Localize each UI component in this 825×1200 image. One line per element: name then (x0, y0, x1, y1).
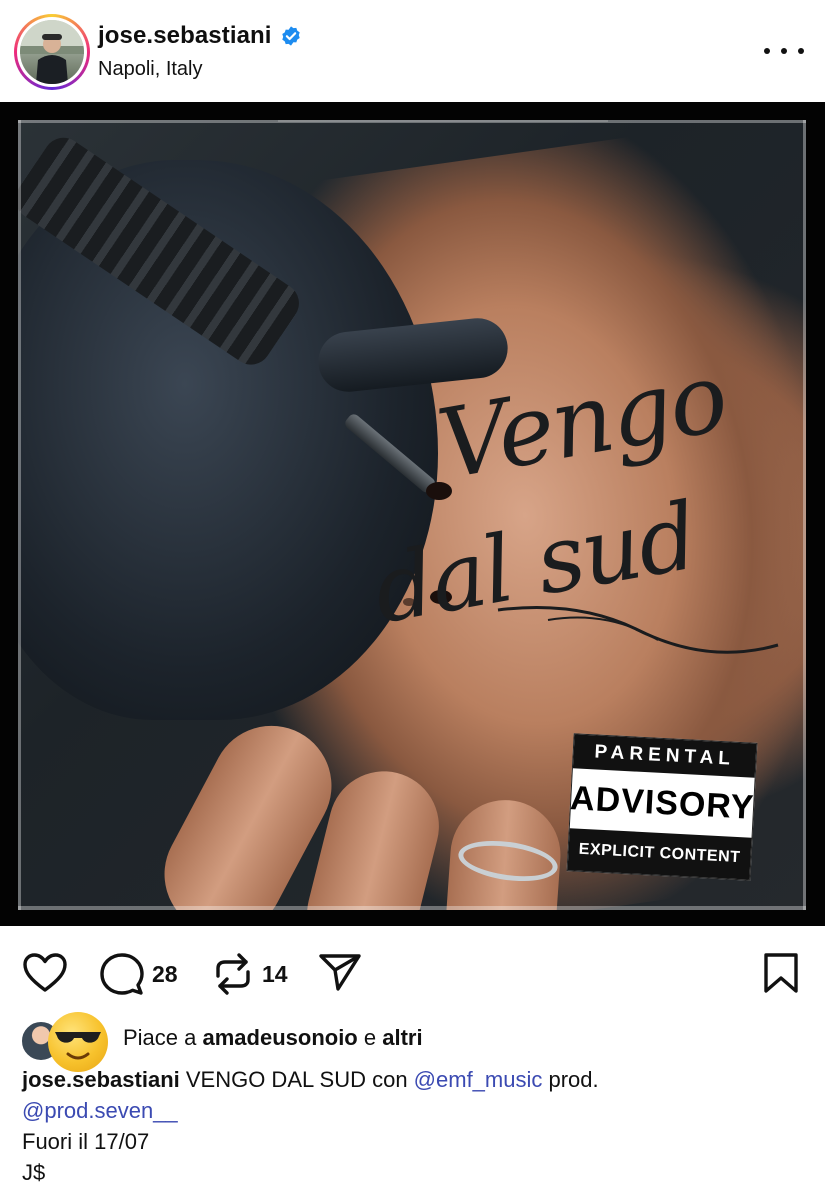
parental-advisory-label: PARENTAL ADVISORY EXPLICIT CONTENT (566, 733, 758, 881)
album-cover: Vengo dal sud PARENTAL ADVISORY EXPLICIT… (18, 120, 806, 910)
post-caption: jose.sebastiani VENGO DAL SUD con @emf_m… (22, 1064, 812, 1188)
tattoo-swirl (497, 606, 779, 654)
bookmark-icon[interactable] (763, 952, 799, 994)
advisory-mid-text: ADVISORY (569, 772, 755, 834)
post-image[interactable]: Vengo dal sud PARENTAL ADVISORY EXPLICIT… (0, 102, 825, 926)
repost-count: 14 (262, 960, 288, 987)
liker-username[interactable]: amadeusonoio (203, 1025, 358, 1050)
username[interactable]: jose.sebastiani (98, 22, 272, 50)
more-options-icon[interactable] (764, 36, 804, 66)
caption-line2: @prod.seven__ (22, 1095, 812, 1126)
advisory-bottom-text: EXPLICIT CONTENT (567, 828, 752, 880)
comment-count: 28 (152, 960, 178, 987)
advisory-top-text: PARENTAL (572, 734, 757, 778)
caption-text2: prod. (542, 1067, 599, 1092)
mention-prod-seven[interactable]: @prod.seven__ (22, 1098, 178, 1123)
caption-line3: Fuori il 17/07 (22, 1129, 150, 1154)
heart-icon[interactable] (22, 952, 68, 994)
caption-line1: jose.sebastiani VENGO DAL SUD con @emf_m… (22, 1064, 812, 1095)
post-header: jose.sebastiani Napoli, Italy (0, 0, 825, 102)
mention-emf-music[interactable]: @emf_music (414, 1067, 543, 1092)
caption-text1: VENGO DAL SUD con (179, 1067, 414, 1092)
share-button[interactable] (318, 952, 362, 992)
likes-others[interactable]: altri (382, 1025, 422, 1050)
caption-username[interactable]: jose.sebastiani (22, 1067, 180, 1092)
comment-button[interactable]: 28 (100, 952, 178, 996)
likes-text[interactable]: Piace a amadeusonoio e altri (123, 1025, 423, 1051)
repost-button[interactable]: 14 (212, 952, 288, 996)
action-bar: 28 14 (0, 944, 825, 1000)
profile-avatar[interactable] (20, 20, 84, 84)
post-location[interactable]: Napoli, Italy (98, 58, 203, 81)
caption-line4: J$ (22, 1160, 46, 1185)
repost-icon[interactable] (212, 952, 254, 996)
story-ring[interactable] (14, 14, 90, 90)
verified-badge-icon (281, 26, 300, 46)
save-button[interactable] (763, 952, 799, 994)
sunglasses-emoji-icon (48, 1012, 108, 1072)
like-button[interactable] (22, 952, 68, 994)
likes-prefix: Piace a (123, 1025, 203, 1050)
likes-middle: e (357, 1025, 383, 1050)
comment-icon[interactable] (100, 952, 144, 996)
likes-row[interactable]: Piace a amadeusonoio e altri (20, 1012, 820, 1072)
share-icon[interactable] (318, 952, 362, 992)
